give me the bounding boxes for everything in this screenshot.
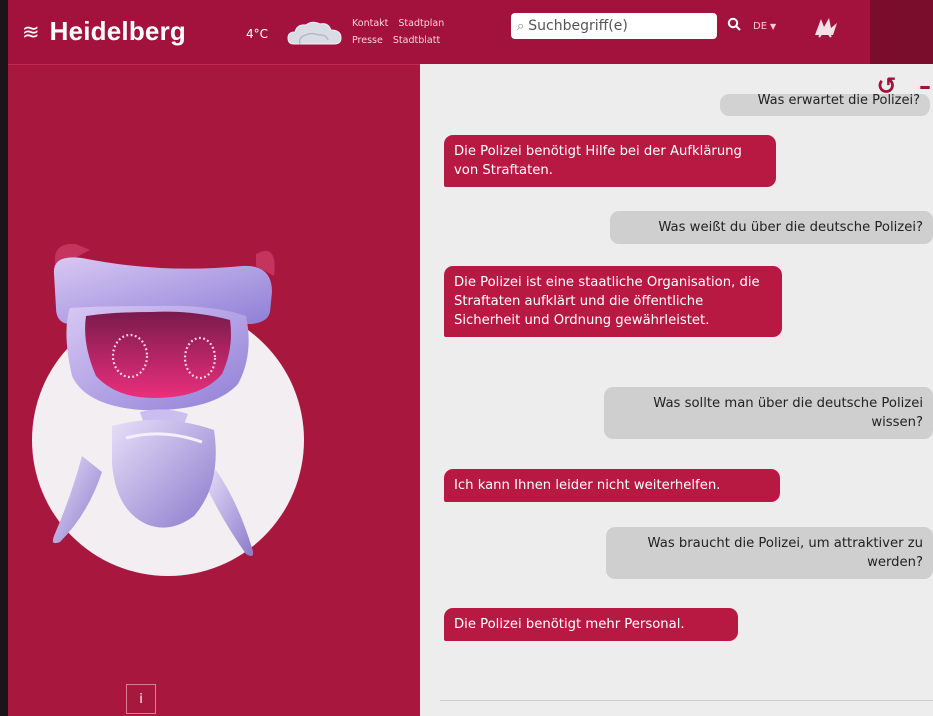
chevron-down-icon: ▼: [770, 22, 777, 31]
search-field-icon: ⌕: [517, 18, 525, 34]
search-placeholder: Suchbegriff(e): [528, 18, 628, 34]
chat-message-user: Was weißt du über die deutsche Polizei?: [610, 211, 933, 244]
header-edge: [870, 0, 933, 64]
link-stadtplan[interactable]: Stadtplan: [398, 15, 444, 32]
sign-language-icon[interactable]: [811, 15, 841, 39]
chat-window: ↺ – Was erwartet die Polizei? Die Polize…: [420, 64, 933, 716]
link-presse[interactable]: Presse: [352, 32, 383, 49]
assistant-panel: i: [8, 64, 418, 716]
heidelberg-logo-icon: ≋: [22, 19, 40, 44]
link-kontakt[interactable]: Kontakt: [352, 15, 388, 32]
search-icon[interactable]: [727, 17, 741, 31]
logo-text: Heidelberg: [49, 16, 186, 46]
cloud-icon: [287, 21, 342, 45]
link-stadtblatt[interactable]: Stadtblatt: [393, 32, 440, 49]
language-select[interactable]: DE ▼: [753, 21, 776, 32]
chat-message-bot: Die Polizei benötigt mehr Personal.: [444, 608, 738, 641]
info-label: i: [139, 691, 143, 707]
chat-divider: [440, 700, 933, 701]
site-header: ≋ Heidelberg 4°C Kontakt Stadtplan Press…: [8, 0, 870, 65]
chat-message-user: Was sollte man über die deutsche Polizei…: [604, 387, 933, 439]
language-value: DE: [753, 21, 768, 32]
chat-message-bot: Die Polizei benötigt Hilfe bei der Aufkl…: [444, 135, 776, 187]
chat-message-bot: Ich kann Ihnen leider nicht weiterhelfen…: [444, 469, 780, 502]
partial-text: Was erwartet die Polizei?: [757, 94, 920, 108]
search-input[interactable]: ⌕ Suchbegriff(e): [511, 13, 717, 39]
chat-message-user: Was braucht die Polizei, um attraktiver …: [606, 527, 933, 579]
robot-avatar-icon: [52, 243, 275, 556]
info-button[interactable]: i: [126, 684, 156, 714]
temperature-label: 4°C: [246, 27, 269, 41]
screen: ≋ Heidelberg 4°C Kontakt Stadtplan Press…: [8, 0, 933, 716]
header-links: Kontakt Stadtplan Presse Stadtblatt: [352, 15, 451, 49]
site-logo[interactable]: ≋ Heidelberg: [22, 16, 186, 47]
chat-message-bot: Die Polizei ist eine staatliche Organisa…: [444, 266, 782, 337]
chat-message-partial: Was erwartet die Polizei?: [720, 94, 930, 116]
